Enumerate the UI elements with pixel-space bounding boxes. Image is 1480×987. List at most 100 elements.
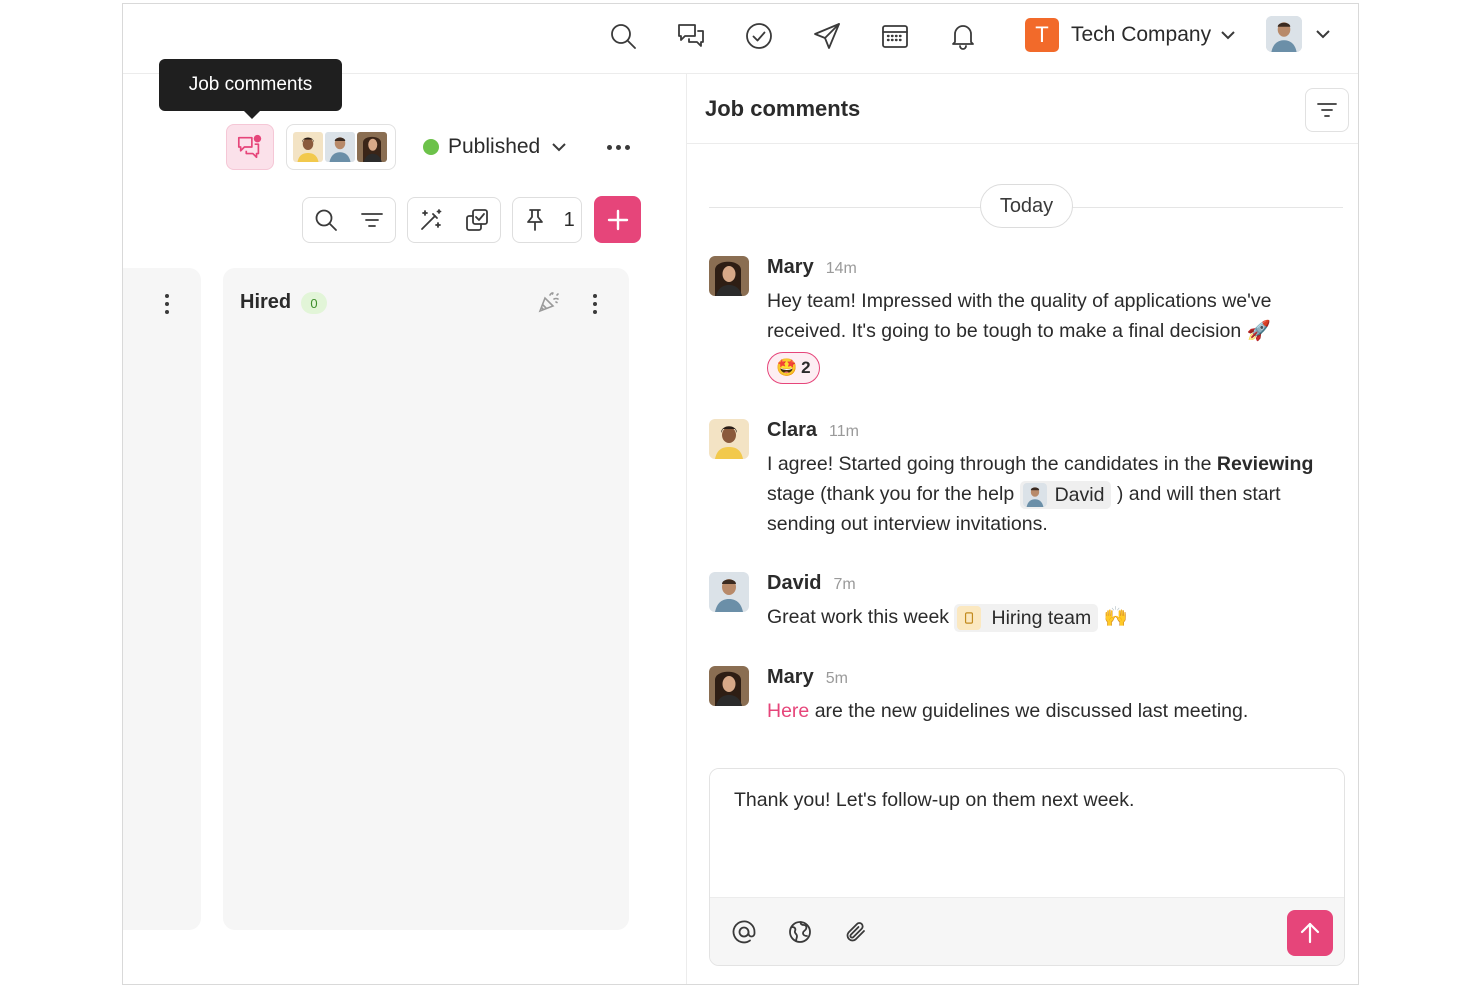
team-icon xyxy=(957,605,982,630)
magic-wand-icon[interactable] xyxy=(415,204,447,236)
dot xyxy=(615,144,621,150)
column-menu-button[interactable] xyxy=(585,290,605,318)
day-label-text: Today xyxy=(999,194,1054,217)
avatar xyxy=(709,419,749,459)
send-comment-button[interactable] xyxy=(1287,910,1333,956)
user-menu[interactable] xyxy=(1266,16,1332,52)
send-icon[interactable] xyxy=(807,16,847,56)
pinned-button[interactable]: 1 xyxy=(512,197,582,243)
dot xyxy=(624,144,630,150)
comment-text: Hey team! Impressed with the quality of … xyxy=(767,290,1272,342)
dot xyxy=(593,294,597,298)
filter-comments-button[interactable] xyxy=(1305,88,1349,132)
comment-item: Clara 11m I agree! Started going through… xyxy=(709,419,1339,539)
comment-author[interactable]: Clara xyxy=(767,419,817,442)
comment-time: 7m xyxy=(833,576,856,593)
chat-notification-icon xyxy=(237,134,262,159)
calendar-icon[interactable] xyxy=(875,16,915,56)
chat-icon[interactable] xyxy=(671,16,711,56)
tooltip-text: Job comments xyxy=(188,74,313,95)
text-segment: I agree! Started going through the candi… xyxy=(767,453,1217,475)
job-comments-tooltip: Job comments xyxy=(159,59,342,119)
pin-count: 1 xyxy=(563,208,575,231)
bulk-select-icon[interactable] xyxy=(461,204,493,236)
comment-item: David 7m Great work this week Hiring tea… xyxy=(709,572,1339,632)
search-icon[interactable] xyxy=(603,16,643,56)
filter-icon xyxy=(1317,103,1337,117)
comment-time: 5m xyxy=(825,670,848,687)
comment-author[interactable]: Mary xyxy=(767,666,814,689)
avatar xyxy=(1022,482,1047,507)
column-count-badge: 0 xyxy=(301,292,327,314)
plus-icon xyxy=(607,209,628,230)
bell-icon[interactable] xyxy=(943,16,983,56)
status-indicator xyxy=(423,139,439,155)
more-options-button[interactable] xyxy=(598,132,638,162)
comment-text: I agree! Started going through the candi… xyxy=(767,449,1339,539)
at-icon[interactable] xyxy=(728,916,760,948)
add-candidate-button[interactable] xyxy=(594,196,641,243)
stage-name: Reviewing xyxy=(1216,453,1314,475)
actions-group xyxy=(407,197,501,243)
chevron-down-icon xyxy=(1219,26,1237,44)
arrow-up-icon xyxy=(1300,922,1320,944)
paperclip-icon[interactable] xyxy=(840,916,872,948)
pipeline-column-hired: Hired 0 xyxy=(223,268,629,930)
column-title: Hired xyxy=(240,291,292,313)
comment-item: Mary 14m Hey team! Impressed with the qu… xyxy=(709,256,1339,384)
comment-item: Mary 5m Here are the new guidelines we d… xyxy=(709,666,1339,726)
company-logo: T xyxy=(1025,18,1059,52)
filter-icon[interactable] xyxy=(356,204,388,236)
text-segment: are the new guidelines we discussed last… xyxy=(809,700,1249,722)
comment-author[interactable]: David xyxy=(767,572,821,595)
job-comments-button[interactable] xyxy=(226,124,274,170)
mention-name: David xyxy=(1054,483,1105,506)
text-segment: stage (thank you for the help xyxy=(767,483,1020,505)
comment-text: Great work this week Hiring team 🙌 xyxy=(767,602,1339,632)
party-popper-icon[interactable] xyxy=(537,290,563,316)
pin-icon xyxy=(519,204,551,236)
reaction-emoji: 🤩 xyxy=(776,358,798,377)
comment-author[interactable]: Mary xyxy=(767,256,814,279)
panel-header: Job comments xyxy=(687,74,1358,144)
document-link[interactable]: Here xyxy=(767,700,809,722)
app-window: T Tech Company Job comments Published 1 … xyxy=(122,3,1359,985)
day-label: Today xyxy=(980,184,1073,228)
job-comments-panel: Job comments Today Mary 14m Hey team! Im… xyxy=(686,74,1358,984)
avatar xyxy=(323,130,357,164)
dot xyxy=(165,294,169,298)
search-icon[interactable] xyxy=(310,204,342,236)
job-status-dropdown[interactable]: Published xyxy=(423,130,568,164)
avatar xyxy=(709,256,749,296)
team-mention[interactable]: Hiring team xyxy=(954,603,1099,632)
hiring-team-avatars[interactable] xyxy=(286,124,396,170)
reaction-badge[interactable]: 🤩 2 xyxy=(767,352,820,384)
avatar xyxy=(709,666,749,706)
dot xyxy=(165,310,169,314)
panel-title: Job comments xyxy=(705,96,861,121)
comment-composer xyxy=(709,768,1345,966)
globe-icon[interactable] xyxy=(784,916,816,948)
dot xyxy=(593,302,597,306)
comment-text: Here are the new guidelines we discussed… xyxy=(767,696,1339,726)
avatar xyxy=(1266,16,1302,52)
chevron-down-icon xyxy=(550,138,568,156)
text-segment: 🙌 xyxy=(1098,606,1128,628)
search-filter-group xyxy=(302,197,396,243)
team-mention-name: Hiring team xyxy=(991,606,1092,629)
text-segment: Great work this week xyxy=(767,606,955,628)
reaction-count: 2 xyxy=(801,358,811,377)
comment-input[interactable] xyxy=(710,769,1344,899)
pipeline-column-partial xyxy=(123,268,201,930)
company-name: Tech Company xyxy=(1071,23,1212,46)
status-label: Published xyxy=(448,135,541,158)
user-mention[interactable]: David xyxy=(1019,480,1112,509)
company-switcher[interactable]: T Tech Company xyxy=(1025,17,1237,53)
check-circle-icon[interactable] xyxy=(739,16,779,56)
column-menu-button[interactable] xyxy=(157,290,177,318)
composer-toolbar xyxy=(710,897,1344,965)
chevron-down-icon xyxy=(1314,25,1332,43)
comment-time: 14m xyxy=(825,260,857,277)
dot xyxy=(165,302,169,306)
avatar xyxy=(291,130,325,164)
